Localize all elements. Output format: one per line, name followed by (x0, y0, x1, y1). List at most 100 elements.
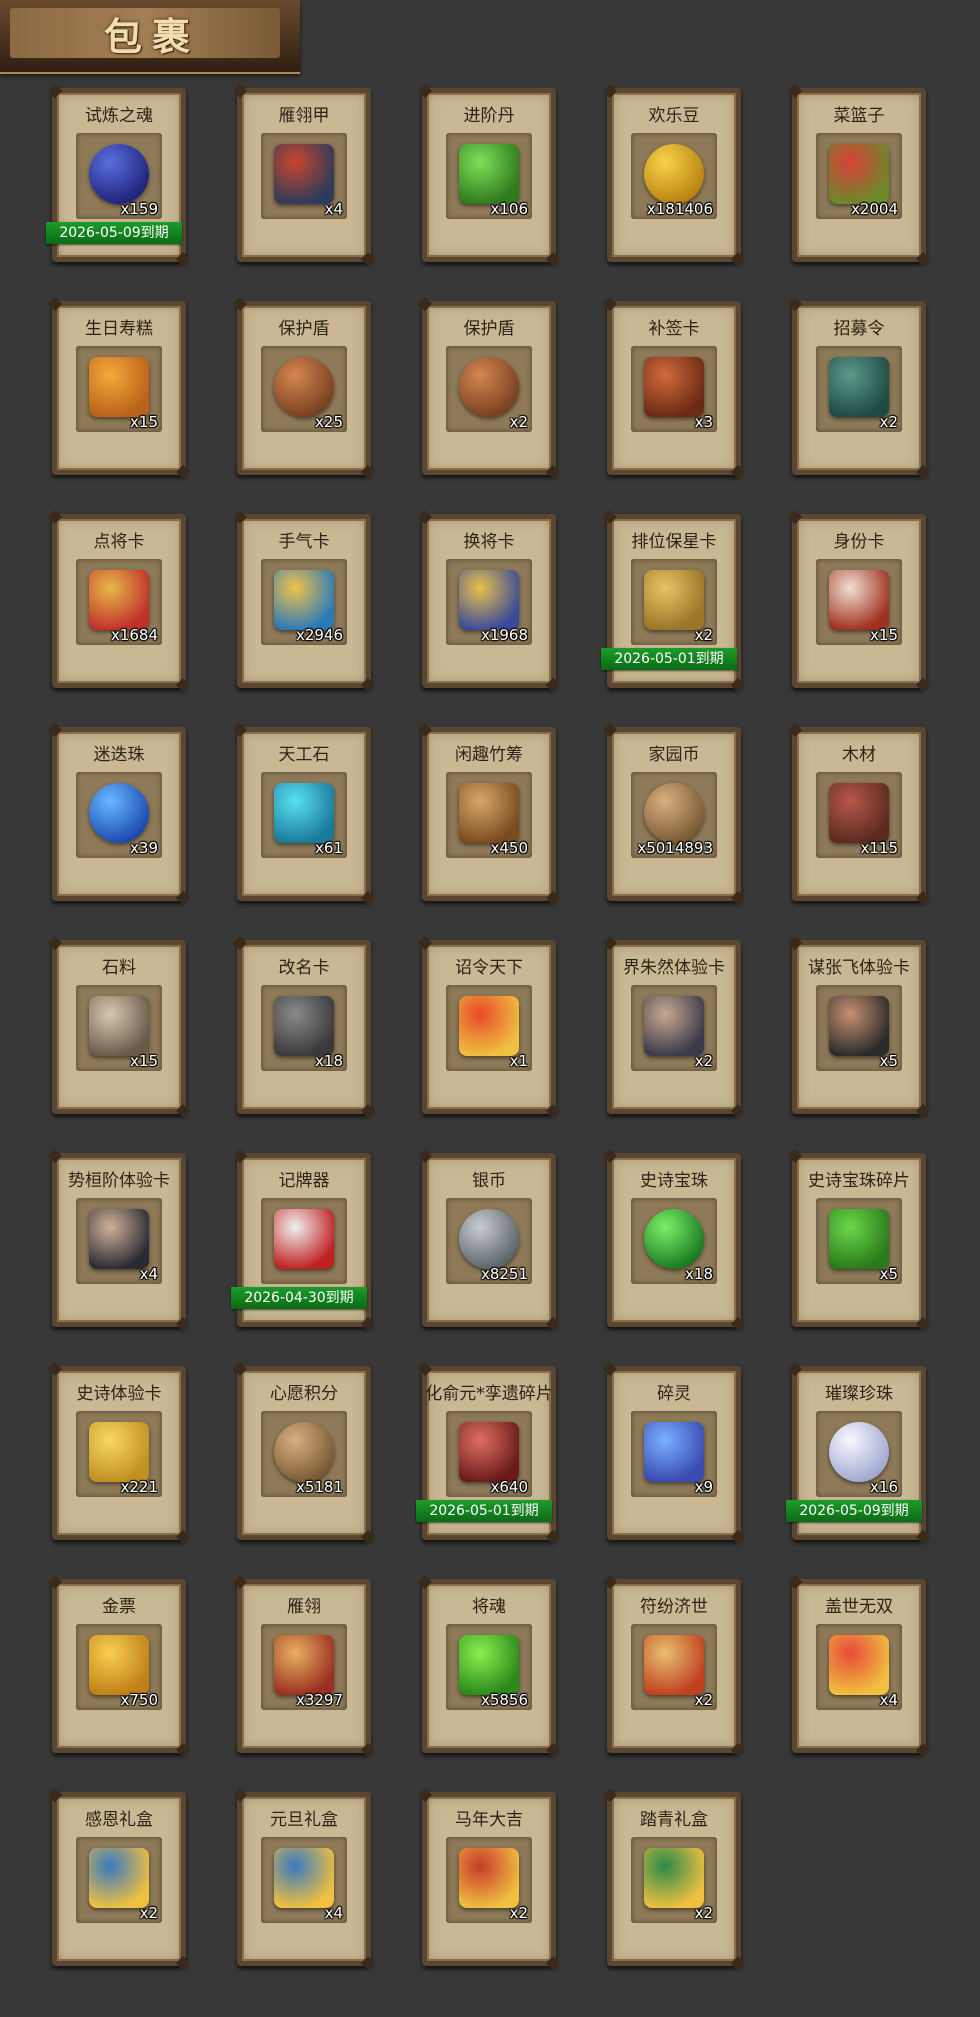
item-quantity: x9 (694, 1478, 713, 1496)
item-frame: 招募令 x2 (792, 301, 926, 475)
item-icon-slot: x115 (816, 772, 902, 858)
inventory-item-card[interactable]: 木材 x115 (792, 727, 926, 901)
item-frame: 改名卡 x18 (237, 940, 371, 1114)
item-frame: 家园币 x5014893 (607, 727, 741, 901)
item-quantity: x2 (694, 626, 713, 644)
inventory-item-card[interactable]: 踏青礼盒 x2 (607, 1792, 741, 1966)
item-quantity: x15 (130, 413, 158, 431)
inventory-item-card[interactable]: 手气卡 x2946 (237, 514, 371, 688)
item-frame: 保护盾 x25 (237, 301, 371, 475)
item-quantity: x640 (490, 1478, 528, 1496)
item-icon-slot: x1968 (446, 559, 532, 645)
item-frame: 点将卡 x1684 (52, 514, 186, 688)
inventory-item-card[interactable]: 璀璨珍珠 x16 2026-05-09到期 (786, 1366, 926, 1540)
inventory-item-card[interactable]: 元旦礼盒 x4 (237, 1792, 371, 1966)
item-quantity: x8251 (480, 1265, 528, 1283)
inventory-item-card[interactable]: 排位保星卡 x2 2026-05-01到期 (601, 514, 741, 688)
inventory-item-card[interactable]: 补签卡 x3 (607, 301, 741, 475)
inventory-item-card[interactable]: 史诗宝珠碎片 x5 (792, 1153, 926, 1327)
inventory-item-card[interactable]: 银币 x8251 (422, 1153, 556, 1327)
item-quantity: x61 (315, 839, 343, 857)
inventory-item-card[interactable]: 闲趣竹筹 x450 (422, 727, 556, 901)
item-frame: 欢乐豆 x181406 (607, 88, 741, 262)
inventory-item-card[interactable]: 家园币 x5014893 (607, 727, 741, 901)
inventory-item-card[interactable]: 生日寿糕 x15 (52, 301, 186, 475)
item-icon-slot: x16 (816, 1411, 902, 1497)
green-leaf-shard-icon (829, 1209, 889, 1269)
item-quantity: x2 (694, 1904, 713, 1922)
inventory-item-card[interactable]: 势桓阶体验卡 x4 (52, 1153, 186, 1327)
inventory-item-card[interactable]: 雁翎 x3297 (237, 1579, 371, 1753)
item-frame: 史诗宝珠 x18 (607, 1153, 741, 1327)
inventory-item-card[interactable]: 石料 x15 (52, 940, 186, 1114)
item-name: 化俞元*孪遗碎片 (425, 1384, 553, 1404)
item-icon-slot: x4 (816, 1624, 902, 1710)
item-icon-slot: x1684 (76, 559, 162, 645)
item-frame: 天工石 x61 (237, 727, 371, 901)
item-quantity: x2 (509, 413, 528, 431)
item-icon-slot: x39 (76, 772, 162, 858)
item-name: 保护盾 (278, 319, 330, 339)
item-quantity: x5856 (480, 1691, 528, 1709)
inventory-item-card[interactable]: 改名卡 x18 (237, 940, 371, 1114)
inventory-item-card[interactable]: 试炼之魂 x159 2026-05-09到期 (46, 88, 186, 262)
inventory-item-card[interactable]: 符纷济世 x2 (607, 1579, 741, 1753)
item-frame: 身份卡 x15 (792, 514, 926, 688)
item-quantity: x221 (120, 1478, 158, 1496)
item-icon-slot: x640 (446, 1411, 532, 1497)
item-icon-slot: x3 (631, 346, 717, 432)
item-name: 手气卡 (278, 532, 330, 552)
inventory-item-card[interactable]: 迷迭珠 x39 (52, 727, 186, 901)
inventory-item-card[interactable]: 进阶丹 x106 (422, 88, 556, 262)
inventory-item-card[interactable]: 化俞元*孪遗碎片 x640 2026-05-01到期 (416, 1366, 556, 1540)
item-quantity: x450 (490, 839, 528, 857)
inventory-item-card[interactable]: 碎灵 x9 (607, 1366, 741, 1540)
item-name: 雁翎甲 (278, 106, 330, 126)
inventory-item-card[interactable]: 感恩礼盒 x2 (52, 1792, 186, 1966)
inventory-item-card[interactable]: 菜篮子 x2004 (792, 88, 926, 262)
inventory-item-card[interactable]: 雁翎甲 x4 (237, 88, 371, 262)
inventory-item-card[interactable]: 身份卡 x15 (792, 514, 926, 688)
inventory-item-card[interactable]: 界朱然体验卡 x2 (607, 940, 741, 1114)
inventory-item-card[interactable]: 诏令天下 x1 (422, 940, 556, 1114)
inventory-item-card[interactable]: 金票 x750 (52, 1579, 186, 1753)
inventory-item-card[interactable]: 心愿积分 x5181 (237, 1366, 371, 1540)
inventory-item-card[interactable]: 马年大吉 x2 (422, 1792, 556, 1966)
inventory-item-card[interactable]: 史诗宝珠 x18 (607, 1153, 741, 1327)
inventory-item-card[interactable]: 史诗体验卡 x221 (52, 1366, 186, 1540)
general-card-icon (89, 570, 149, 630)
inventory-item-card[interactable]: 天工石 x61 (237, 727, 371, 901)
item-quantity: x3297 (295, 1691, 343, 1709)
inventory-item-card[interactable]: 将魂 x5856 (422, 1579, 556, 1753)
inventory-item-card[interactable]: 谋张飞体验卡 x5 (792, 940, 926, 1114)
item-icon-slot: x181406 (631, 133, 717, 219)
item-frame: 换将卡 x1968 (422, 514, 556, 688)
item-icon-slot: x450 (446, 772, 532, 858)
item-icon-slot: x2946 (261, 559, 347, 645)
item-quantity: x106 (490, 200, 528, 218)
item-icon-slot: x2 (631, 1837, 717, 1923)
inventory-item-card[interactable]: 换将卡 x1968 (422, 514, 556, 688)
item-name: 招募令 (833, 319, 885, 339)
inventory-item-card[interactable]: 点将卡 x1684 (52, 514, 186, 688)
gold-card-icon (89, 1422, 149, 1482)
feather-icon (274, 1635, 334, 1695)
item-frame: 木材 x115 (792, 727, 926, 901)
inventory-item-card[interactable]: 盖世无双 x4 (792, 1579, 926, 1753)
inventory-item-card[interactable]: 招募令 x2 (792, 301, 926, 475)
item-frame: 进阶丹 x106 (422, 88, 556, 262)
gift-box-icon (89, 1848, 149, 1908)
item-quantity: x4 (324, 200, 343, 218)
inventory-item-card[interactable]: 记牌器 2026-04-30到期 (231, 1153, 371, 1327)
item-icon-slot: x18 (631, 1198, 717, 1284)
rename-card-icon (274, 996, 334, 1056)
inventory-item-card[interactable]: 保护盾 x2 (422, 301, 556, 475)
item-icon-slot: x15 (76, 985, 162, 1071)
inventory-item-card[interactable]: 欢乐豆 x181406 (607, 88, 741, 262)
item-quantity: x15 (870, 626, 898, 644)
birthday-cake-icon (89, 357, 149, 417)
inventory-item-card[interactable]: 保护盾 x25 (237, 301, 371, 475)
blue-dragon-orb-icon (89, 144, 149, 204)
item-name: 感恩礼盒 (85, 1810, 153, 1830)
item-frame: 保护盾 x2 (422, 301, 556, 475)
